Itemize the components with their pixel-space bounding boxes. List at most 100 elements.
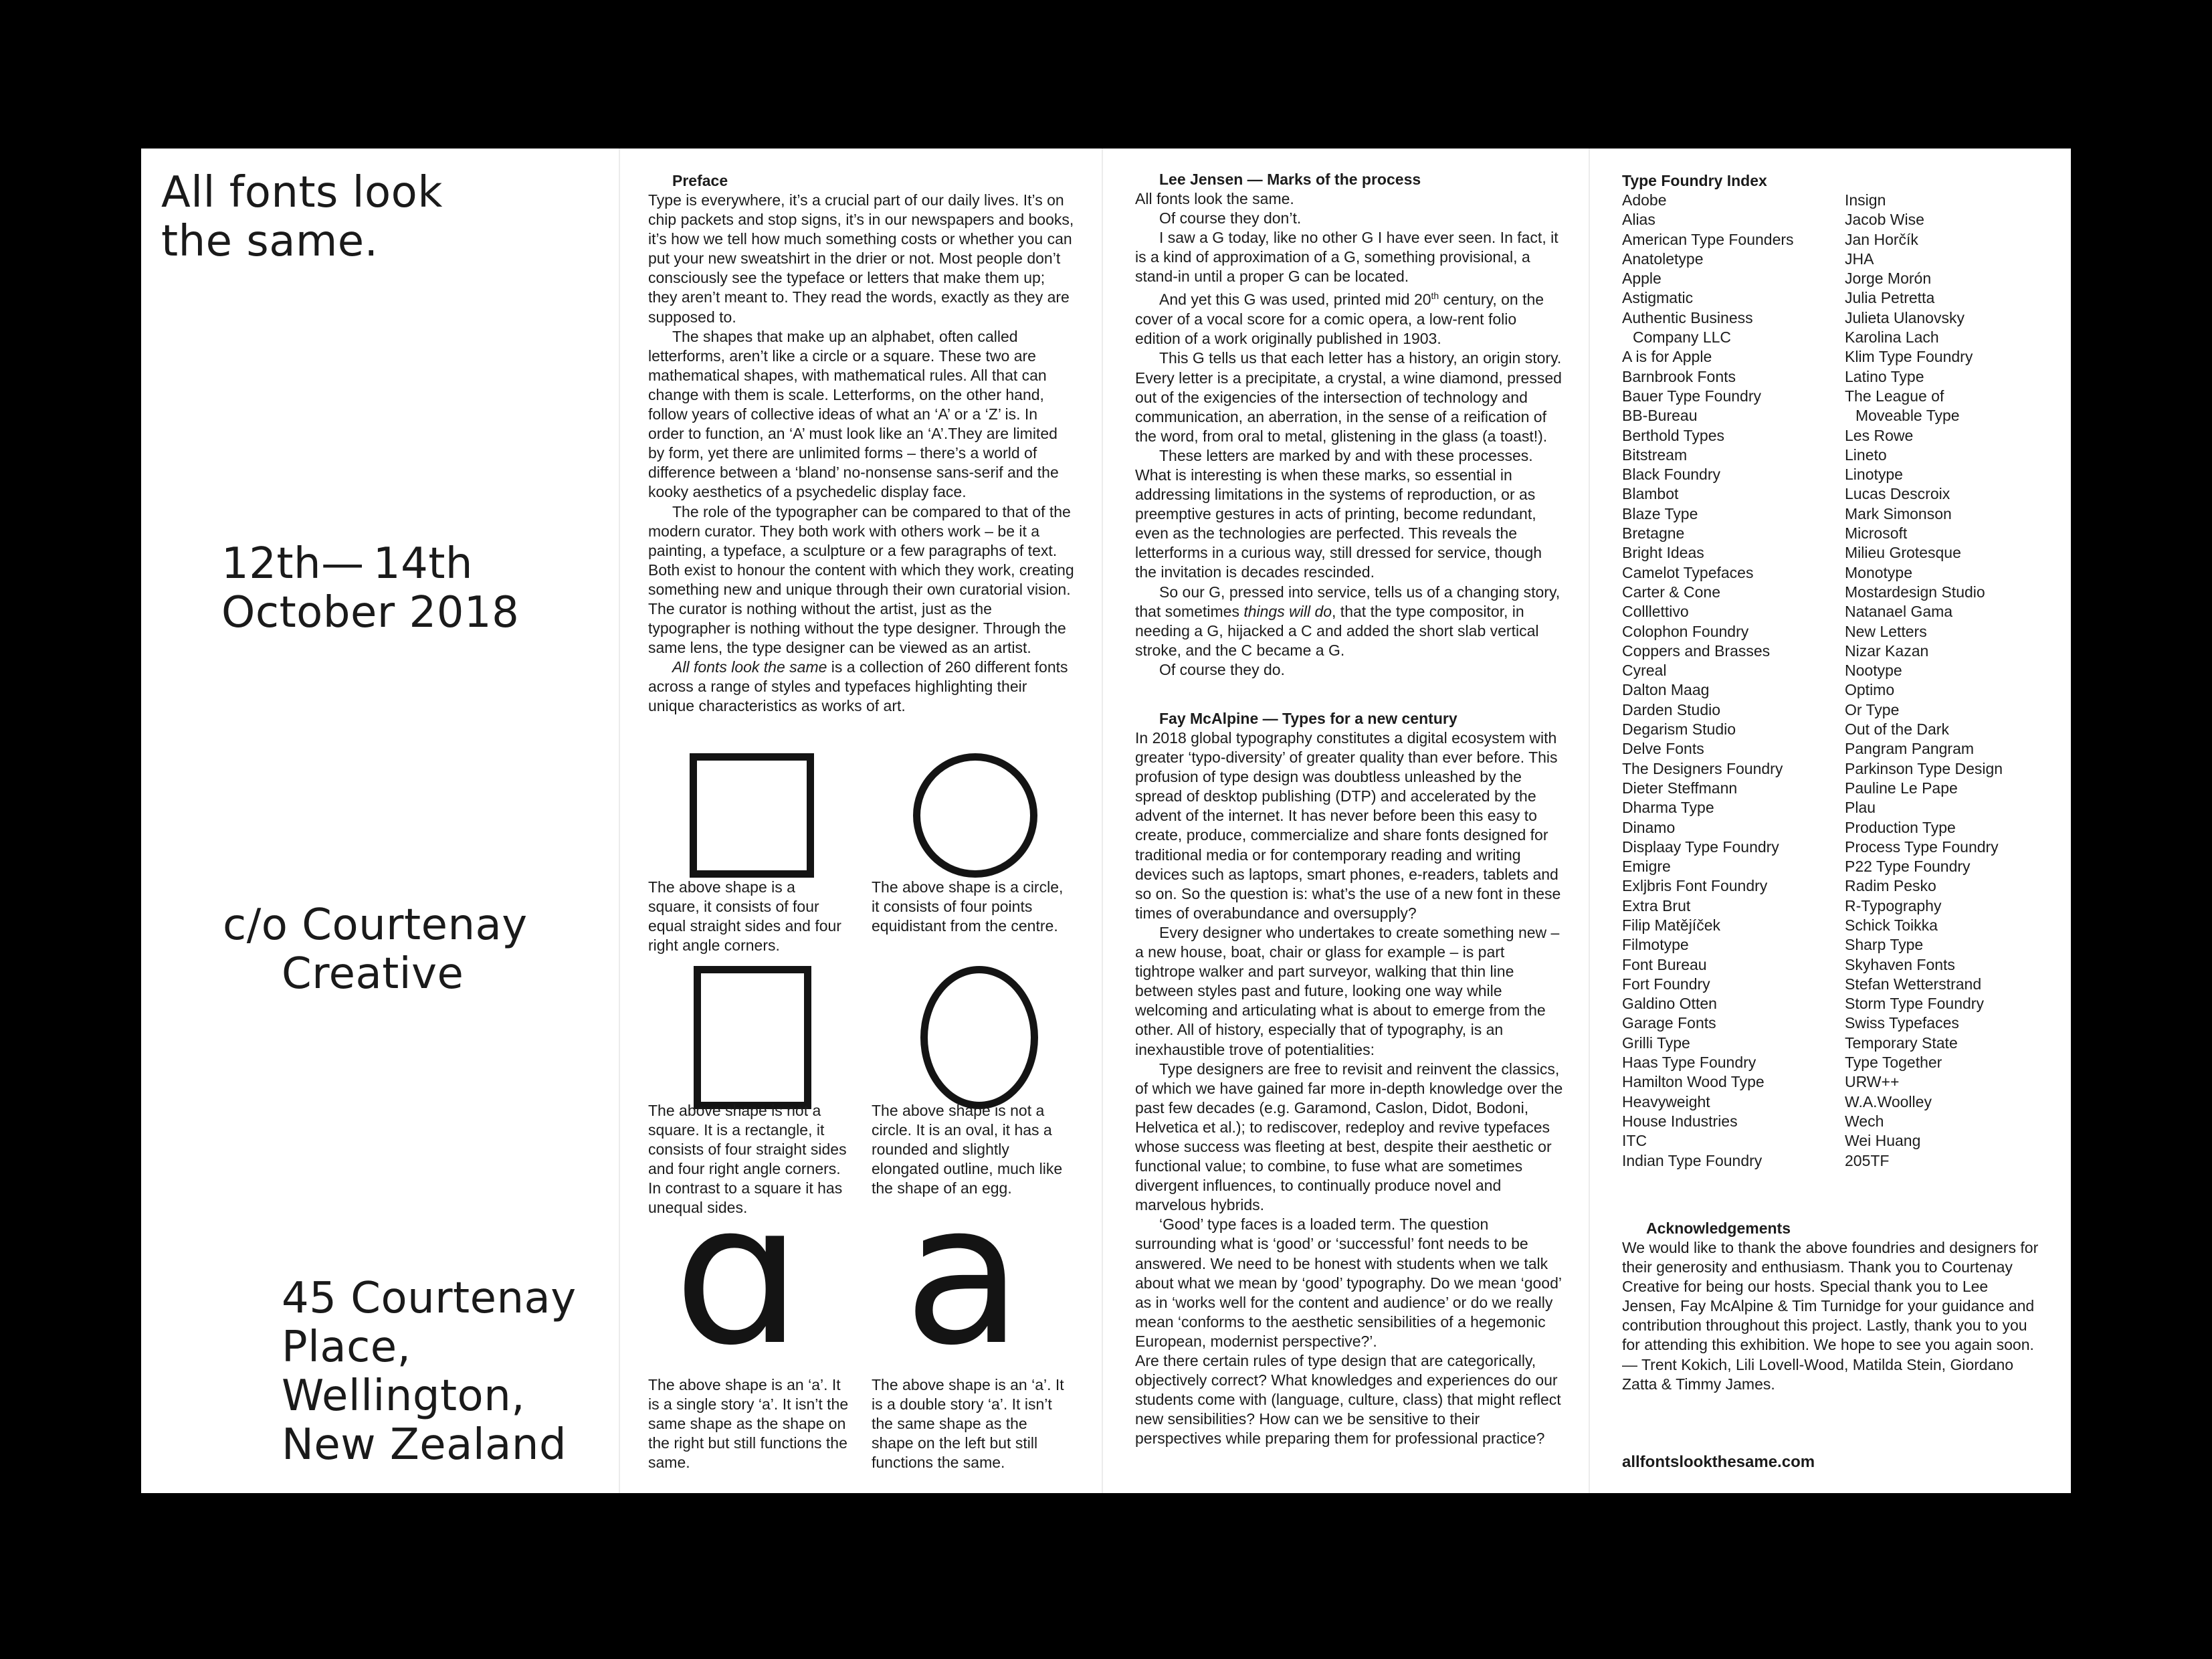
foundry-item: The League of (1845, 387, 1944, 405)
single-story-a-glyph: ɑ (673, 1163, 803, 1388)
foundry-item: Exljbris Font Foundry (1622, 877, 1768, 895)
foundry-item: Fort Foundry (1622, 975, 1710, 993)
foundry-item: Camelot Typefaces (1622, 563, 1754, 581)
exhibition-dates: 12th— 14th October 2018 (221, 540, 519, 638)
foundry-item: Garage Fonts (1622, 1014, 1716, 1032)
foundry-item: Production Type (1845, 818, 1956, 836)
foundry-item: Adobe (1622, 191, 1667, 209)
foundry-item: Darden Studio (1622, 700, 1721, 718)
foundry-item: Galdino Otten (1622, 995, 1717, 1013)
circle-shape (913, 753, 1037, 878)
date-line: October 2018 (221, 588, 520, 638)
lee-heading: Lee Jensen — Marks of the process (1159, 171, 1421, 188)
single-a-caption: The above shape is an ‘a’. It is a singl… (648, 1376, 849, 1471)
foundry-item: P22 Type Foundry (1845, 858, 1971, 876)
foundry-item: Pauline Le Pape (1845, 779, 1958, 797)
foundry-item: Colllettivo (1622, 603, 1689, 621)
host-line: c/o Courtenay (223, 900, 528, 950)
foundry-item: Out of the Dark (1845, 720, 1949, 739)
foundry-list-col1: Adobe Alias American Type Founders Anato… (1622, 191, 1794, 1171)
lee-essay: Lee Jensen — Marks of the process All fo… (1135, 170, 1563, 680)
foundry-item: 205TF (1845, 1151, 1890, 1169)
address-line: 45 Courtenay (282, 1274, 577, 1323)
foundry-item: Dieter Steffmann (1622, 779, 1738, 797)
foundry-item: Alias (1622, 211, 1655, 229)
foundry-item: Nizar Kazan (1845, 642, 1929, 660)
title-line: the same. (161, 217, 379, 266)
double-story-a-glyph: a (904, 1163, 1023, 1388)
foundry-item: Moveable Type (1855, 407, 1960, 425)
foundry-item: Lucas Descroix (1845, 485, 1950, 503)
foundry-item: Monotype (1845, 563, 1913, 581)
preface-paragraph: The role of the typographer can be compa… (648, 502, 1074, 657)
fay-paragraph: Every designer who undertakes to create … (1135, 923, 1560, 1058)
rectangle-shape (694, 966, 811, 1109)
foundry-item: Type Together (1845, 1054, 1942, 1072)
ack-signoff: — Trent Kokich, Lili Lovell-Wood, Matild… (1622, 1355, 2014, 1393)
foundry-item: Storm Type Foundry (1845, 995, 1984, 1013)
lee-paragraph: So our G, pressed into service, tells us… (1135, 583, 1563, 660)
foundry-item: Insign (1845, 191, 1886, 209)
date-line: 12th— 14th (221, 539, 473, 589)
address-line: Wellington, (282, 1371, 526, 1421)
foundry-item: Klim Type Foundry (1845, 348, 1973, 366)
ack-heading: Acknowledgements (1646, 1219, 1791, 1237)
foundry-item: BB-Bureau (1622, 407, 1698, 425)
foundry-item: ITC (1622, 1132, 1647, 1150)
preface-heading: Preface (672, 172, 728, 189)
preface-closing: All fonts look the same is a collection … (648, 658, 1076, 716)
essays-panel: Lee Jensen — Marks of the process All fo… (1102, 149, 1589, 1493)
double-a-caption: The above shape is an ‘a’. It is a doubl… (872, 1376, 1064, 1471)
foundry-item: Process Type Foundry (1845, 838, 1999, 856)
foundry-item: Hamilton Wood Type (1622, 1073, 1765, 1091)
foundry-item: Dharma Type (1622, 799, 1714, 817)
website-link[interactable]: allfontslookthesame.com (1622, 1453, 1815, 1472)
foundry-item: Delve Fonts (1622, 740, 1704, 758)
foundry-item: Anatoletype (1622, 250, 1704, 268)
foundry-item: Berthold Types (1622, 426, 1725, 444)
address-line: Place, (282, 1323, 411, 1372)
foundry-item: New Letters (1845, 622, 1927, 640)
foundry-item: Natanael Gama (1845, 603, 1953, 621)
fay-paragraph: Are there certain rules of type design t… (1135, 1352, 1561, 1448)
foundry-item: Cyreal (1622, 662, 1667, 680)
foundry-item: Company LLC (1633, 328, 1732, 347)
acknowledgements: Acknowledgements We would like to thank … (1622, 1219, 2043, 1394)
cover-panel: All fonts look the same. 12th— 14th Octo… (141, 149, 619, 1493)
foundry-item: Sharp Type (1845, 936, 1924, 954)
host-line: Creative (282, 949, 464, 999)
lee-paragraph: And yet this G was used, printed mid 20t… (1135, 286, 1563, 349)
fay-paragraph: In 2018 global typography constitutes a … (1135, 729, 1561, 922)
foundry-item: Stefan Wetterstrand (1845, 975, 1982, 993)
foundry-item: Linotype (1845, 466, 1903, 484)
cover-title: All fonts look the same. (161, 169, 443, 266)
ordinal-suffix: th (1431, 290, 1439, 302)
ack-text: We would like to thank the above foundri… (1622, 1239, 2039, 1354)
foundry-item: Heavyweight (1622, 1092, 1710, 1110)
foundry-item: American Type Founders (1622, 230, 1794, 248)
lee-paragraph: These letters are marked by and with the… (1135, 446, 1542, 581)
foundry-item: Coppers and Brasses (1622, 642, 1771, 660)
foundry-item: Carter & Cone (1622, 583, 1721, 601)
exhibition-title-em: All fonts look the same (672, 658, 827, 676)
preface-panel: Preface Type is everywhere, it’s a cruci… (619, 149, 1102, 1493)
fay-heading: Fay McAlpine — Types for a new century (1159, 710, 1457, 727)
foundry-item: The Designers Foundry (1622, 759, 1783, 777)
foundry-item: Bauer Type Foundry (1622, 387, 1761, 405)
lee-p4-text: And yet this G was used, printed mid 20 (1159, 291, 1431, 309)
foundry-item: Extra Brut (1622, 896, 1691, 914)
foundry-item: Temporary State (1845, 1034, 1958, 1052)
foundry-item: Julia Petretta (1845, 289, 1935, 307)
preface-text: Preface Type is everywhere, it’s a cruci… (648, 171, 1076, 716)
foundry-item: Mostardesign Studio (1845, 583, 1985, 601)
foundry-item: Barnbrook Fonts (1622, 367, 1736, 385)
square-caption: The above shape is a square, it consists… (648, 878, 841, 954)
foundry-item: Skyhaven Fonts (1845, 955, 1955, 973)
lee-paragraph: All fonts look the same. (1135, 190, 1294, 207)
foundry-item: Milieu Grotesque (1845, 544, 1961, 562)
foundry-item: Grilli Type (1622, 1034, 1690, 1052)
foundry-item: Font Bureau (1622, 955, 1707, 973)
lee-p7-em: things will do (1243, 602, 1332, 620)
foundry-item: W.A.Woolley (1845, 1092, 1932, 1110)
foundry-item: Jorge Morón (1845, 270, 1932, 288)
